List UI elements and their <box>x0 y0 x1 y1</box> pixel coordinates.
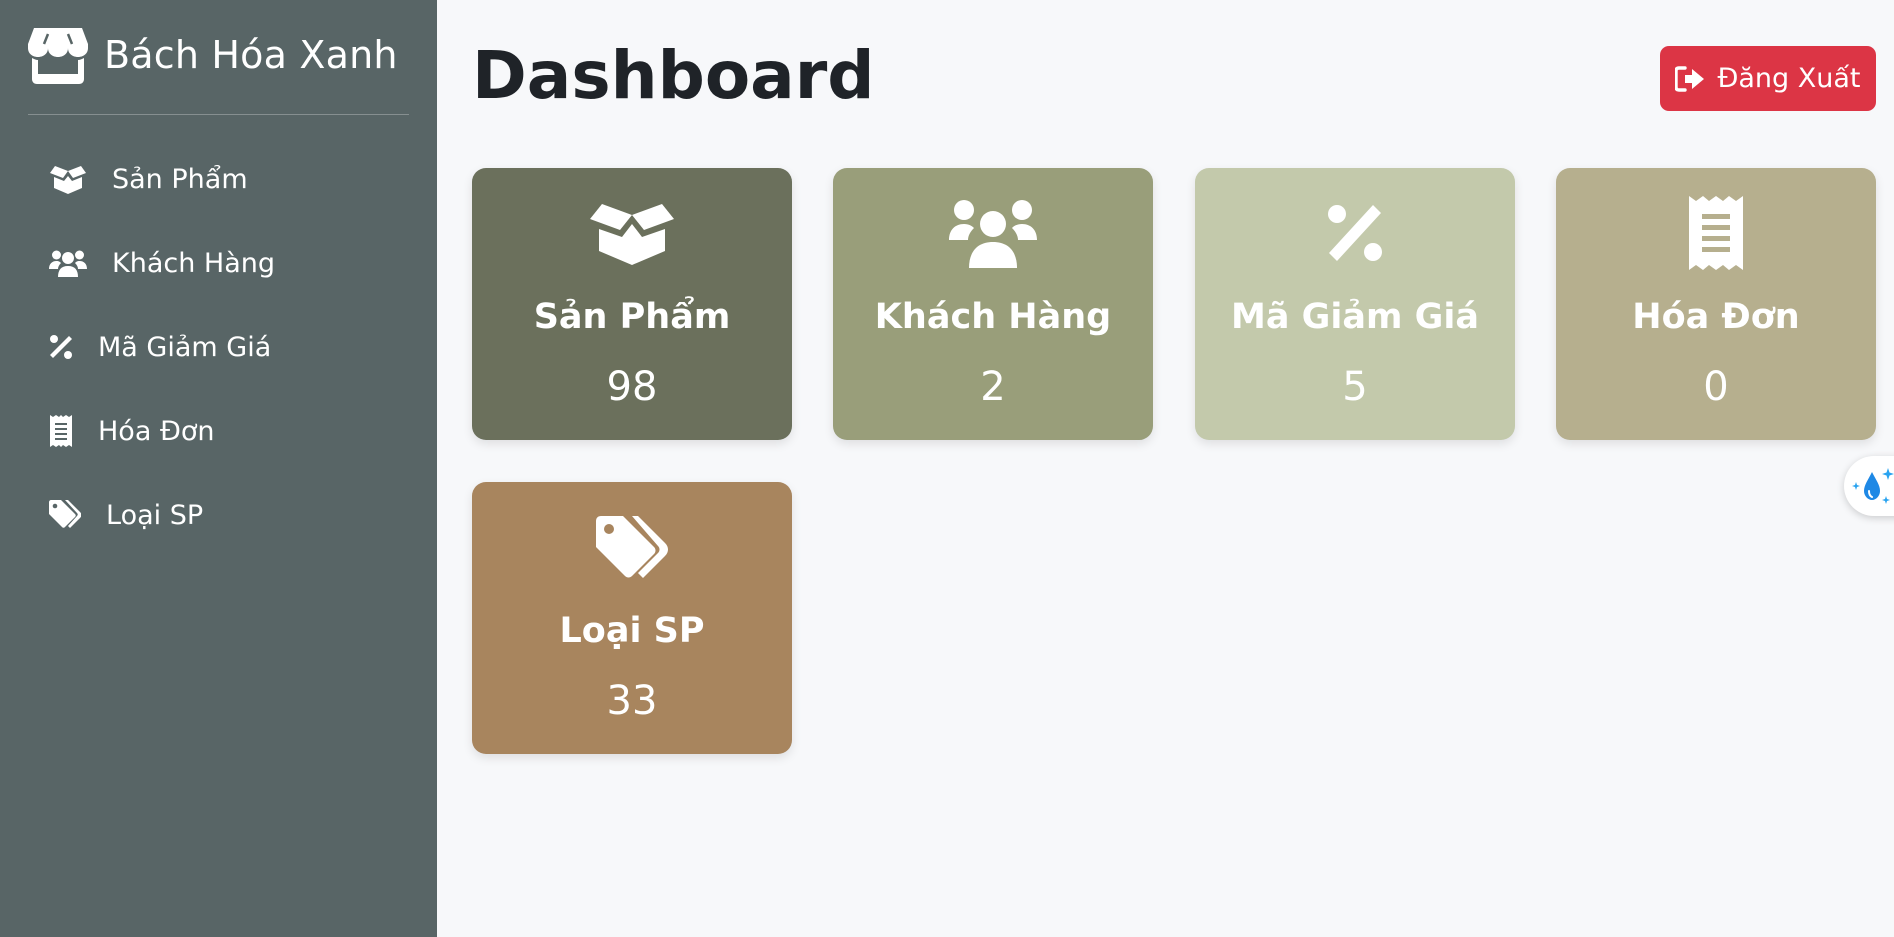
logout-button[interactable]: Đăng Xuất <box>1660 46 1876 111</box>
sidebar-item-loai-sp[interactable]: Loại SP <box>48 487 408 543</box>
card-value: 0 <box>1703 364 1729 410</box>
card-label: Sản Phẩm <box>533 297 731 337</box>
box-open-icon <box>472 196 792 270</box>
users-icon <box>833 196 1153 270</box>
card-value: 2 <box>980 364 1006 410</box>
sidebar-item-label: Mã Giảm Giá <box>98 331 272 363</box>
sidebar: Bách Hóa Xanh Sản Phẩm Khách Hàng Mã Giả… <box>0 0 437 937</box>
card-value: 33 <box>606 678 658 724</box>
card-loai-sp[interactable]: Loại SP 33 <box>472 482 792 754</box>
card-san-pham[interactable]: Sản Phẩm 98 <box>472 168 792 440</box>
sidebar-divider <box>28 114 409 115</box>
sidebar-item-label: Loại SP <box>106 499 204 531</box>
tags-icon <box>472 512 792 586</box>
floating-widget[interactable] <box>1844 456 1894 516</box>
box-open-icon <box>48 164 88 194</box>
receipt-icon <box>1556 196 1876 270</box>
store-icon <box>28 26 88 84</box>
sidebar-item-san-pham[interactable]: Sản Phẩm <box>48 151 408 207</box>
page-title: Dashboard <box>472 37 875 114</box>
sidebar-item-label: Khách Hàng <box>112 247 276 279</box>
card-label: Loại SP <box>559 611 705 651</box>
logout-label: Đăng Xuất <box>1717 63 1861 94</box>
sign-out-icon <box>1675 65 1717 92</box>
sidebar-item-khach-hang[interactable]: Khách Hàng <box>48 235 408 291</box>
card-ma-giam-gia[interactable]: Mã Giảm Giá 5 <box>1195 168 1515 440</box>
sidebar-item-label: Sản Phẩm <box>112 163 248 195</box>
card-label: Mã Giảm Giá <box>1231 297 1479 337</box>
sidebar-item-label: Hóa Đơn <box>98 415 215 447</box>
sidebar-item-hoa-don[interactable]: Hóa Đơn <box>48 403 408 459</box>
sidebar-item-ma-giam-gia[interactable]: Mã Giảm Giá <box>48 319 408 375</box>
receipt-icon <box>48 415 74 447</box>
card-label: Khách Hàng <box>874 297 1112 337</box>
card-khach-hang[interactable]: Khách Hàng 2 <box>833 168 1153 440</box>
card-label: Hóa Đơn <box>1632 297 1800 337</box>
brand[interactable]: Bách Hóa Xanh <box>28 26 398 84</box>
tags-icon <box>48 500 82 530</box>
card-value: 5 <box>1342 364 1368 410</box>
users-icon <box>48 248 88 278</box>
percent-icon <box>1195 196 1515 270</box>
percent-icon <box>48 334 74 360</box>
card-value: 98 <box>606 364 658 410</box>
brand-name: Bách Hóa Xanh <box>104 33 398 77</box>
card-hoa-don[interactable]: Hóa Đơn 0 <box>1556 168 1876 440</box>
